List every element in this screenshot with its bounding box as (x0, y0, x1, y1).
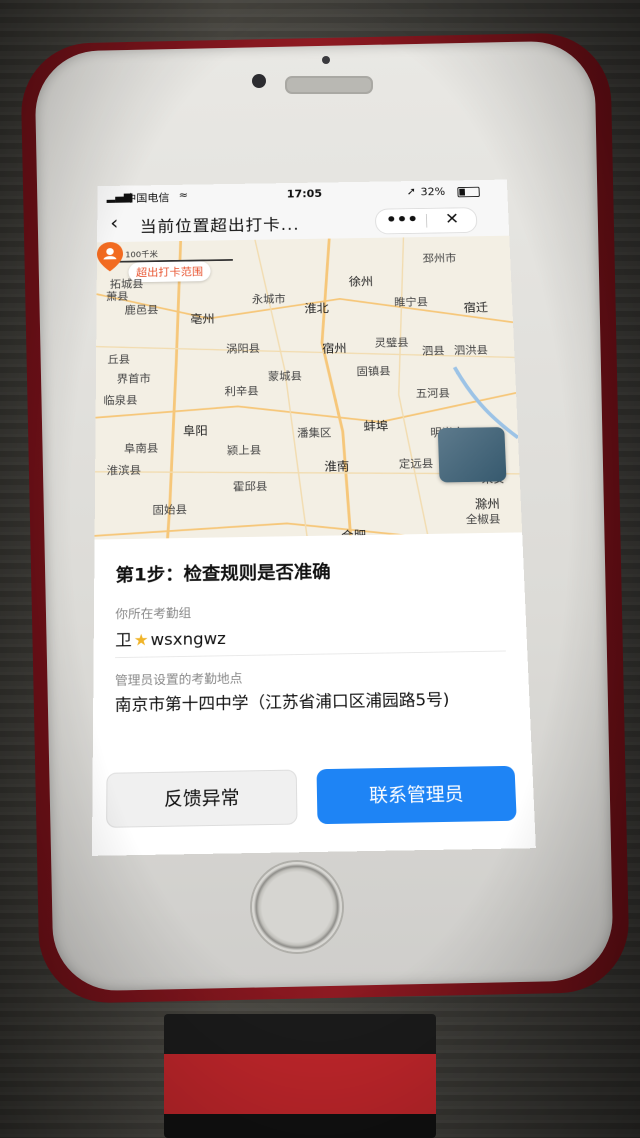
city-label: 颍上县 (226, 443, 262, 457)
city-label: 睢宁县 (394, 295, 429, 309)
back-icon[interactable]: ‹ (110, 213, 118, 234)
divider (115, 650, 506, 659)
wifi-icon: ≈ (178, 188, 189, 201)
action-buttons: 反馈异常 联系管理员 (92, 751, 536, 838)
city-label: 定远县 (398, 457, 434, 471)
capsule-divider (425, 213, 428, 228)
city-label: 鹿邑县 (124, 303, 159, 317)
attendance-location-value: 南京市第十四中学（江苏省浦口区浦园路5号) (114, 690, 450, 716)
home-button[interactable] (252, 862, 342, 952)
city-label: 蒙城县 (267, 369, 302, 383)
city-label: 宿州 (321, 342, 347, 357)
proximity-sensor (322, 56, 330, 64)
city-label: 拓城县 (109, 277, 144, 291)
status-time: 17:05 (286, 187, 323, 201)
more-icon[interactable]: ••• (383, 211, 421, 230)
location-pin-icon (96, 241, 124, 272)
city-label: 徐州 (348, 275, 374, 290)
group-name: wsxngwz (150, 629, 226, 650)
city-label: 泗县 (421, 344, 445, 358)
feedback-button[interactable]: 反馈异常 (106, 769, 298, 828)
front-camera (252, 74, 266, 88)
city-label: 阜阳 (182, 424, 208, 439)
location-arrow-icon: ➚ (406, 185, 417, 198)
city-label: 全椒县 (465, 512, 501, 526)
city-label: 涡阳县 (226, 342, 261, 356)
city-label: 霍邱县 (232, 479, 268, 494)
city-label: 固始县 (152, 503, 188, 517)
city-label: 利辛县 (224, 384, 259, 398)
group-prefix: 卫 (115, 631, 132, 651)
city-label: 宿迁 (463, 301, 489, 316)
check-rules-card: 第1步：检查规则是否准确 你所在考勤组 卫 ★ wsxngwz 管理员设置的考勤地点… (91, 532, 536, 856)
battery-percent: 32% (420, 185, 446, 198)
city-label: 灵璧县 (374, 336, 409, 350)
earpiece (285, 76, 373, 94)
close-icon[interactable]: ✕ (433, 210, 471, 229)
step-title: 第1步：检查规则是否准确 (115, 561, 331, 586)
city-label: 界首市 (116, 372, 151, 386)
carrier-label: 中国电信 (125, 191, 170, 205)
city-label: 淮北 (304, 302, 329, 317)
city-label: 固镇县 (356, 364, 391, 378)
attendance-group-value: 卫 ★ wsxngwz (115, 625, 226, 651)
city-label: 阜南县 (123, 441, 159, 456)
city-label: 永城市 (251, 292, 286, 306)
city-label: 亳州 (190, 313, 215, 327)
phone-screen: ▂▄▆ 中国电信 ≈ 17:05 ➚ 32% ‹ 当前位置超出打卡... •••… (91, 179, 536, 856)
city-label: 淮南 (324, 460, 350, 475)
city-label: 泗洪县 (453, 343, 489, 357)
city-label: 邳州市 (422, 251, 457, 265)
star-icon: ★ (133, 631, 149, 651)
city-label: 丘县 (107, 353, 131, 366)
attendance-group-label: 你所在考勤组 (115, 606, 192, 623)
city-label: 滁州 (474, 497, 501, 513)
charging-cable (164, 1014, 436, 1138)
city-label: 潘集区 (297, 426, 332, 440)
page-title: 当前位置超出打卡... (139, 215, 300, 237)
satellite-layer-button[interactable] (437, 427, 507, 483)
city-label: 淮滨县 (106, 463, 142, 478)
battery-icon (457, 186, 480, 198)
contact-admin-button[interactable]: 联系管理员 (316, 765, 517, 825)
city-label: 临泉县 (103, 393, 138, 407)
city-label: 蚌埠 (363, 420, 389, 434)
attendance-location-label: 管理员设置的考勤地点 (114, 672, 243, 689)
miniprogram-capsule: ••• ✕ (374, 207, 478, 235)
city-label: 五河县 (415, 386, 451, 400)
